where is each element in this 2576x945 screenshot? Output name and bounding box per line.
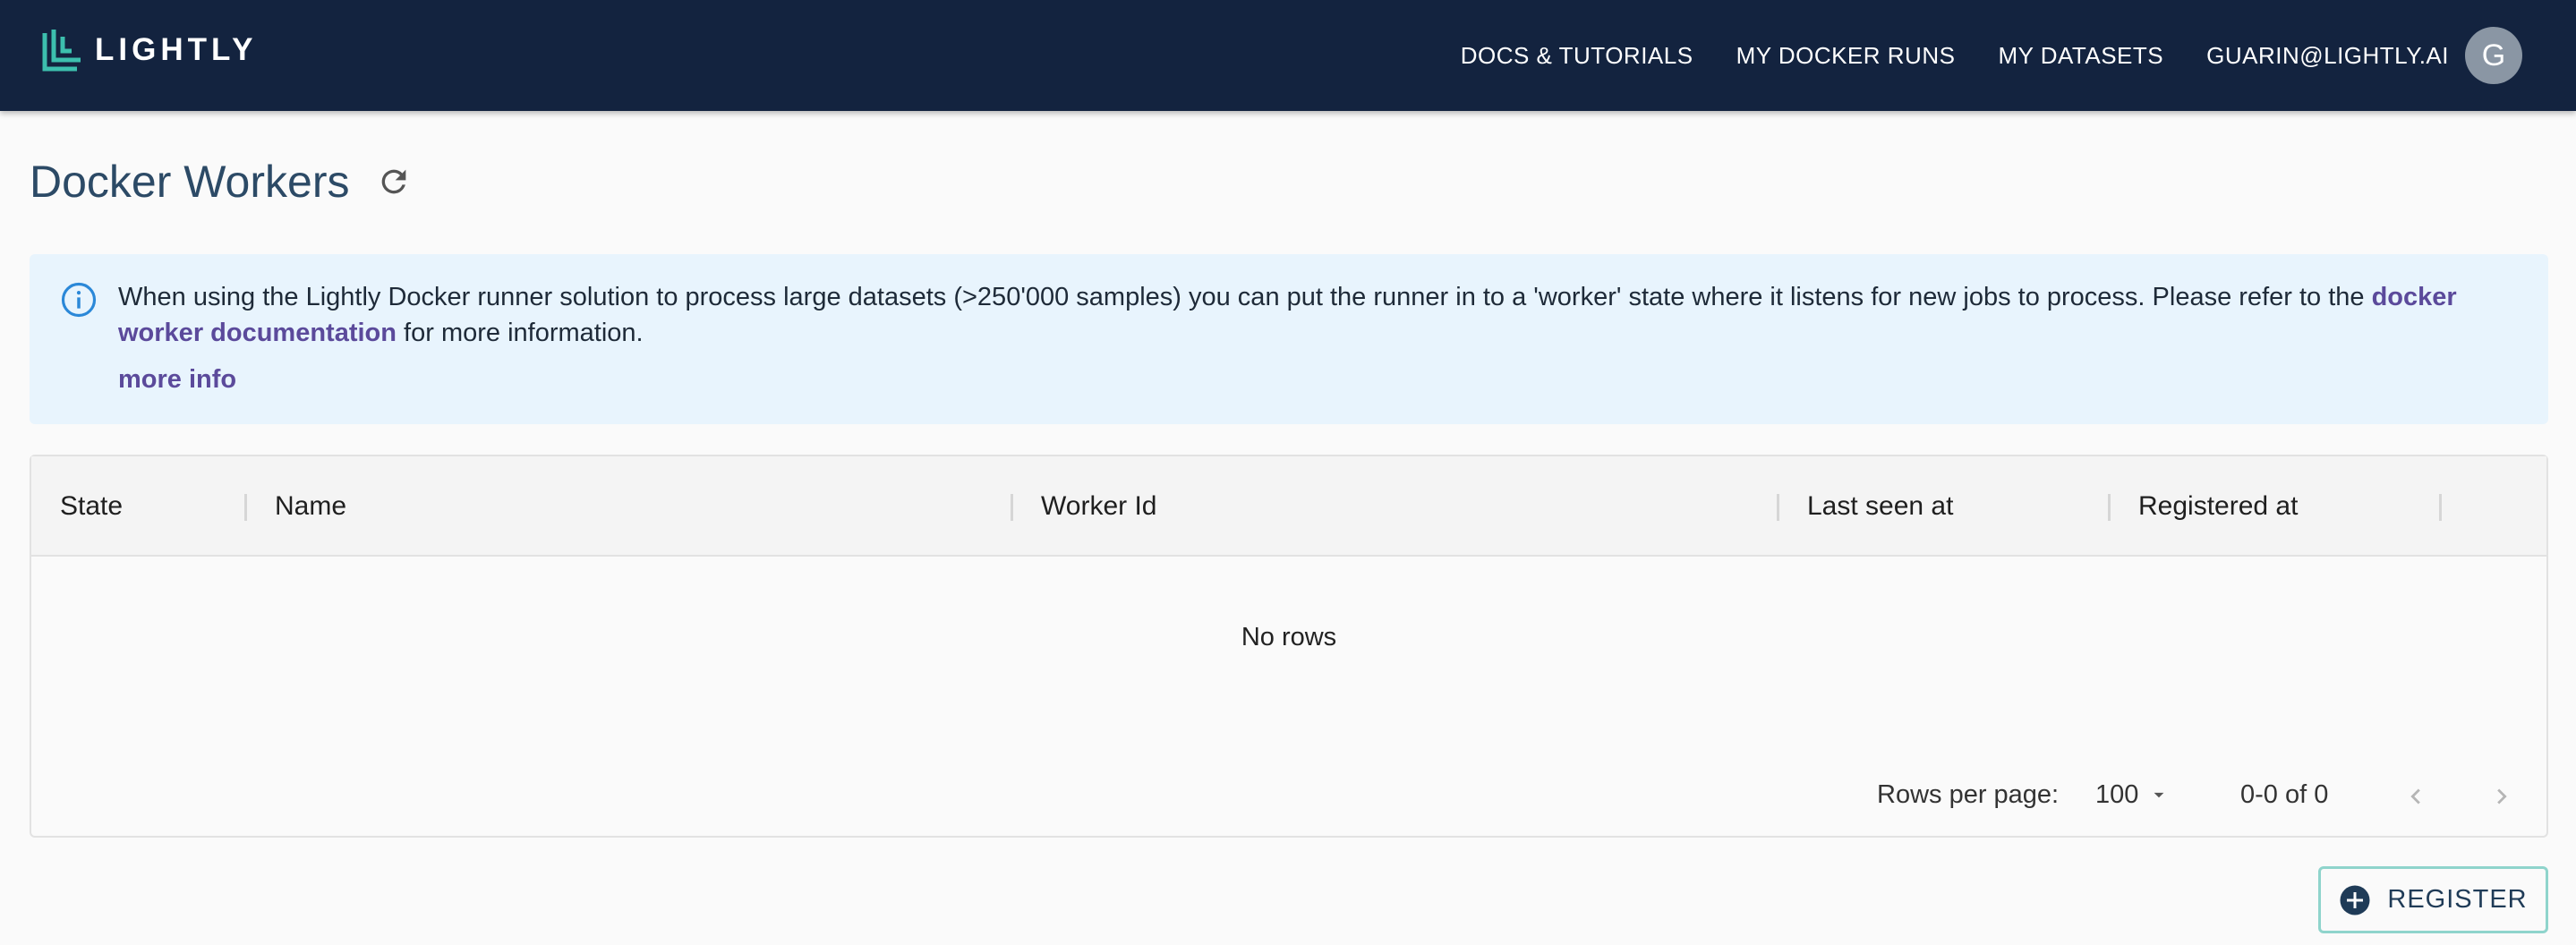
rows-per-page-select[interactable]: 100 [2095, 777, 2171, 813]
next-page-button[interactable] [2480, 775, 2523, 818]
nav-my-datasets[interactable]: MY DATASETS [1998, 42, 2163, 70]
column-separator[interactable] [1777, 494, 1779, 521]
pagination-range: 0-0 of 0 [2240, 780, 2329, 809]
chevron-right-icon [2497, 788, 2507, 805]
workers-table: State Name Worker Id Last seen at Regist… [30, 455, 2548, 838]
brand-name: LIGHTLY [95, 32, 258, 67]
chevron-left-icon [2410, 788, 2420, 805]
column-separator[interactable] [2439, 494, 2442, 521]
add-circle-icon [2340, 885, 2370, 915]
column-header-last-seen-at[interactable]: Last seen at [1807, 456, 1953, 557]
page-header: Docker Workers [30, 150, 414, 213]
table-header: State Name Worker Id Last seen at Regist… [31, 456, 2546, 557]
column-header-registered-at[interactable]: Registered at [2138, 456, 2298, 557]
page-title: Docker Workers [30, 157, 350, 207]
more-info-link[interactable]: more info [118, 365, 236, 395]
rows-per-page-value: 100 [2095, 779, 2139, 809]
refresh-icon [382, 169, 406, 194]
caret-down-icon [2154, 792, 2164, 798]
previous-page-button[interactable] [2394, 775, 2437, 818]
avatar[interactable]: G [2465, 27, 2522, 84]
alert-message: When using the Lightly Docker runner sol… [118, 279, 2526, 351]
main-nav: DOCS & TUTORIALS MY DOCKER RUNS MY DATAS… [1418, 0, 2522, 111]
register-button-label: REGISTER [2387, 885, 2528, 914]
alert-text-after: for more information. [397, 319, 644, 347]
column-header-name[interactable]: Name [275, 456, 346, 557]
info-alert: When using the Lightly Docker runner sol… [30, 254, 2548, 424]
empty-state: No rows [1241, 623, 1337, 651]
lightly-logo[interactable]: LIGHTLY [41, 27, 258, 73]
column-separator[interactable] [2108, 494, 2111, 521]
refresh-button[interactable] [374, 162, 414, 201]
rows-per-page-label: Rows per page: [1877, 780, 2060, 809]
top-app-bar: LIGHTLY DOCS & TUTORIALS MY DOCKER RUNS … [0, 0, 2576, 111]
nav-my-docker-runs[interactable]: MY DOCKER RUNS [1736, 42, 1956, 70]
column-separator[interactable] [244, 494, 247, 521]
column-separator[interactable] [1011, 494, 1013, 521]
register-button[interactable]: REGISTER [2318, 866, 2548, 933]
nav-user-email[interactable]: GUARIN@LIGHTLY.AI [2206, 42, 2449, 70]
nav-docs-tutorials[interactable]: DOCS & TUTORIALS [1461, 42, 1693, 70]
column-header-worker-id[interactable]: Worker Id [1041, 456, 1156, 557]
column-header-state[interactable]: State [60, 456, 123, 557]
table-pagination: Rows per page: 100 0-0 of 0 [31, 761, 2546, 836]
info-icon [61, 282, 97, 318]
alert-text-before: When using the Lightly Docker runner sol… [118, 283, 2372, 311]
lightly-logo-icon [42, 30, 81, 72]
